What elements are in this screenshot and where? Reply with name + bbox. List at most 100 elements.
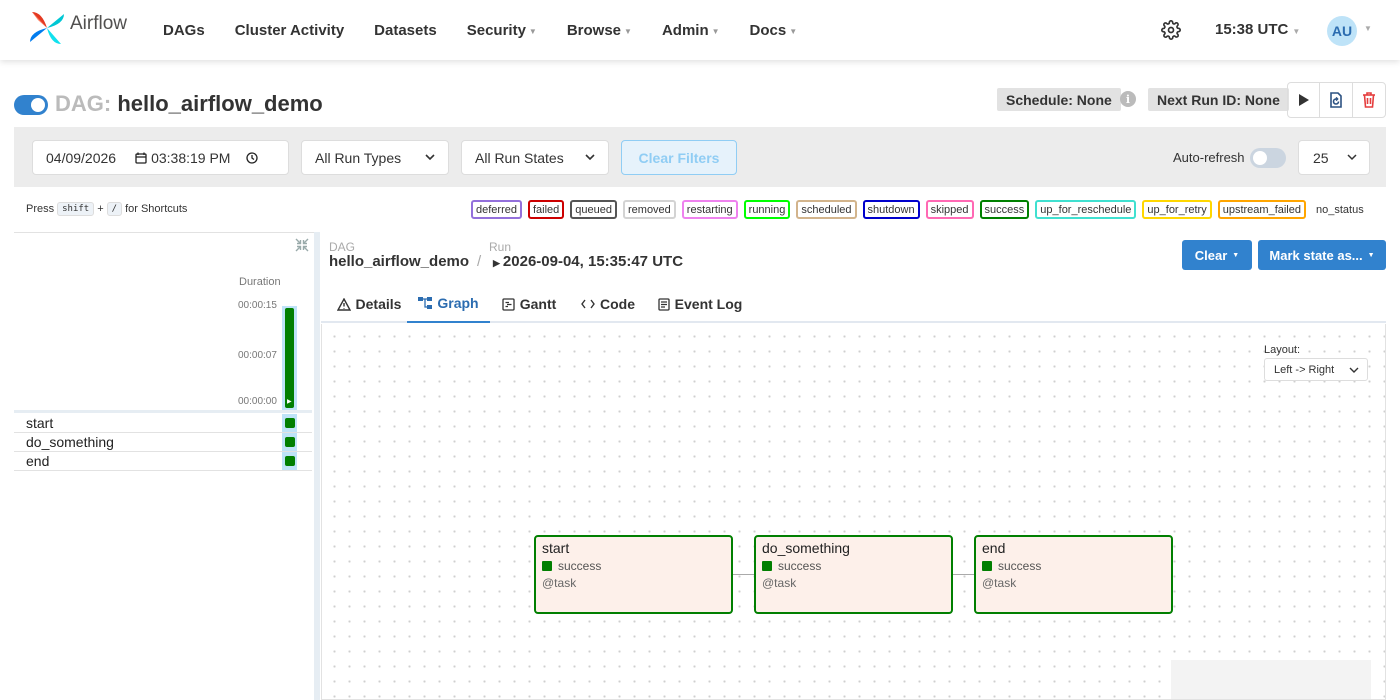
- legend-state-shutdown[interactable]: shutdown: [862, 200, 920, 219]
- top-navbar: Airflow DAGs Cluster Activity Datasets S…: [0, 0, 1400, 60]
- settings-gear-icon[interactable]: [1161, 20, 1181, 45]
- duration-axis-label: Duration: [239, 276, 281, 288]
- calendar-icon[interactable]: [135, 152, 147, 164]
- legend-state-up-for-reschedule[interactable]: up_for_reschedule: [1035, 200, 1137, 219]
- clear-filters-button[interactable]: Clear Filters: [621, 140, 737, 175]
- grid-divider: [14, 410, 312, 413]
- main-nav: DAGs Cluster Activity Datasets Security ▼…: [163, 0, 827, 60]
- nav-admin-label: Admin: [661, 21, 709, 39]
- caret-down-icon: ▼: [1367, 251, 1375, 259]
- run-types-value: All Run Types: [315, 149, 402, 166]
- task-instance-status[interactable]: [285, 418, 295, 428]
- breadcrumb-separator: /: [477, 253, 482, 270]
- graph-minimap[interactable]: [1171, 660, 1371, 699]
- info-icon[interactable]: i: [1120, 91, 1136, 107]
- panel-resize-handle[interactable]: [314, 232, 320, 700]
- duration-tick: 00:00:07: [238, 350, 277, 361]
- breadcrumb-run-value[interactable]: ▶ 2026-09-04, 15:35:47 UTC: [493, 253, 683, 270]
- tab-details[interactable]: Details: [331, 285, 407, 323]
- nav-datasets[interactable]: Datasets: [374, 22, 437, 39]
- legend-state-no-status[interactable]: no_status: [1316, 204, 1364, 216]
- tab-code[interactable]: Code: [576, 285, 640, 323]
- legend-state-running[interactable]: running: [743, 200, 791, 219]
- tab-graph-label: Graph: [437, 295, 479, 311]
- dag-title-name: hello_airflow_demo: [117, 91, 323, 116]
- details-tabs: Details Graph Gantt Code Event Log: [321, 285, 1386, 323]
- tab-gantt[interactable]: Gantt: [496, 285, 562, 323]
- caret-down-icon: ▼: [624, 26, 632, 36]
- caret-down-icon: ▼: [1292, 27, 1301, 36]
- node-operator-type: @task: [762, 576, 797, 590]
- graph-node-start[interactable]: start success @task: [534, 535, 733, 614]
- node-operator-type: @task: [542, 576, 577, 590]
- clock-icon[interactable]: [246, 151, 259, 164]
- play-icon: ▶: [287, 399, 292, 405]
- graph-node-end[interactable]: end success @task: [974, 535, 1173, 614]
- task-row[interactable]: end: [14, 452, 312, 471]
- legend-state-skipped[interactable]: skipped: [925, 200, 974, 219]
- trigger-dag-button[interactable]: [1288, 83, 1321, 117]
- nav-dags[interactable]: DAGs: [163, 22, 205, 39]
- layout-select[interactable]: Left -> Right: [1264, 358, 1368, 381]
- reparse-file-icon: [1330, 92, 1342, 108]
- warning-triangle-icon: [336, 297, 351, 311]
- task-row[interactable]: start: [14, 414, 312, 433]
- legend-state-deferred[interactable]: deferred: [471, 200, 522, 219]
- legend-state-restarting[interactable]: restarting: [681, 200, 738, 219]
- state-legend: deferred failed queued removed restarting run…: [471, 200, 1364, 219]
- auto-refresh-label: Auto-refresh: [1173, 150, 1245, 165]
- caret-down-icon[interactable]: ▼: [1364, 24, 1372, 33]
- legend-state-upstream-failed[interactable]: upstream_failed: [1217, 200, 1306, 219]
- dag-run-duration-bar[interactable]: [285, 308, 294, 408]
- airflow-logo[interactable]: Airflow: [28, 10, 127, 46]
- dag-pause-toggle[interactable]: [14, 95, 48, 115]
- task-instance-status[interactable]: [285, 456, 295, 466]
- shortcuts-press-text: Press: [26, 203, 55, 215]
- node-state: success: [778, 559, 822, 573]
- auto-refresh-toggle[interactable]: [1250, 148, 1286, 168]
- legend-state-scheduled[interactable]: scheduled: [796, 200, 857, 219]
- nav-browse[interactable]: Browse ▼: [567, 22, 632, 39]
- delete-dag-button[interactable]: [1353, 83, 1385, 117]
- legend-state-success[interactable]: success: [979, 200, 1030, 219]
- collapse-details-icon[interactable]: [295, 238, 309, 257]
- clear-run-button[interactable]: Clear ▼: [1182, 240, 1252, 270]
- nav-security[interactable]: Security ▼: [467, 22, 537, 39]
- legend-state-queued[interactable]: queued: [570, 200, 617, 219]
- graph-canvas[interactable]: Layout: Left -> Right start success @tas…: [321, 324, 1386, 700]
- nav-docs[interactable]: Docs ▼: [750, 22, 798, 39]
- breadcrumb-dag-label: DAG: [329, 240, 356, 254]
- legend-state-removed[interactable]: removed: [623, 200, 676, 219]
- nav-security-label: Security: [466, 21, 526, 39]
- utc-clock[interactable]: 15:38 UTC ▼: [1215, 21, 1300, 38]
- task-instance-status[interactable]: [285, 437, 295, 447]
- graph-node-do-something[interactable]: do_something success @task: [754, 535, 953, 614]
- caret-down-icon: ▼: [1232, 251, 1240, 259]
- graph-icon: [418, 297, 433, 309]
- caret-down-icon: ▼: [528, 26, 537, 36]
- tab-graph[interactable]: Graph: [407, 285, 490, 323]
- gantt-icon: [502, 297, 515, 311]
- dag-title: DAG: hello_airflow_demo: [55, 91, 323, 117]
- task-name: end: [26, 453, 50, 469]
- nav-browse-label: Browse: [566, 21, 622, 39]
- page-size-select[interactable]: 25: [1298, 140, 1370, 175]
- airflow-pinwheel-icon: [30, 12, 64, 44]
- utc-clock-label: 15:38 UTC: [1215, 21, 1289, 38]
- reparse-dag-button[interactable]: [1320, 83, 1353, 117]
- user-avatar[interactable]: AU: [1327, 16, 1357, 46]
- breadcrumb-dag-name[interactable]: hello_airflow_demo: [329, 253, 469, 270]
- legend-state-up-for-retry[interactable]: up_for_retry: [1142, 200, 1212, 219]
- task-row[interactable]: do_something: [14, 433, 312, 452]
- run-states-select[interactable]: All Run States: [461, 140, 609, 175]
- tab-event-log[interactable]: Event Log: [655, 285, 745, 323]
- nav-admin[interactable]: Admin ▼: [662, 22, 720, 39]
- base-date-input[interactable]: 04/09/2026 03:38:19 PM: [32, 140, 289, 175]
- run-types-select[interactable]: All Run Types: [301, 140, 449, 175]
- node-state: success: [998, 559, 1042, 573]
- legend-state-failed[interactable]: failed: [527, 200, 565, 219]
- nav-cluster-activity[interactable]: Cluster Activity: [235, 22, 344, 39]
- chevron-down-icon: [585, 154, 595, 161]
- mark-state-button[interactable]: Mark state as... ▼: [1258, 240, 1386, 270]
- duration-tick: 00:00:00: [238, 396, 277, 407]
